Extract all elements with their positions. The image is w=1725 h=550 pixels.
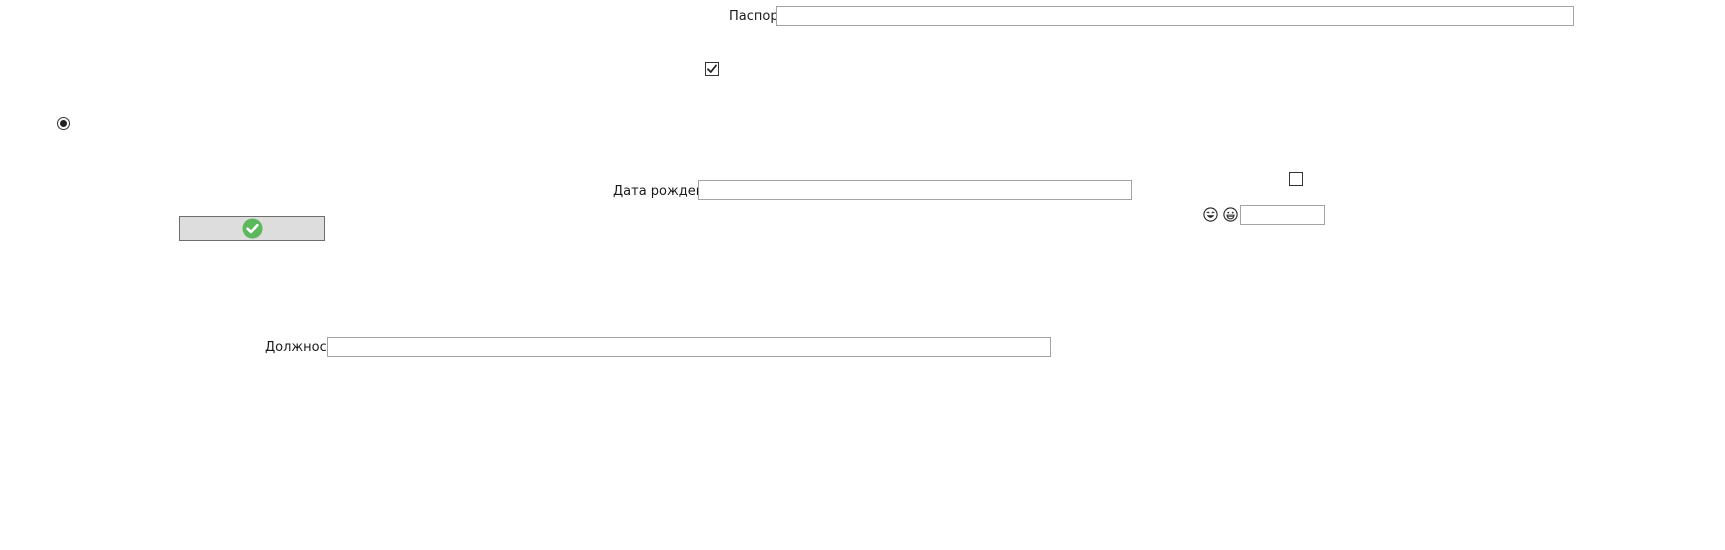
small-text-input[interactable]: [1240, 205, 1325, 225]
birthdate-input[interactable]: [698, 180, 1132, 200]
checkmark-icon: [707, 64, 717, 73]
grinning-face-icon: [1223, 207, 1238, 222]
check-circle-icon: [242, 218, 262, 239]
confirm-button[interactable]: [179, 216, 325, 241]
radio-button[interactable]: [57, 117, 70, 130]
passport-input[interactable]: [776, 6, 1574, 26]
position-input[interactable]: [327, 337, 1051, 357]
checkbox-right[interactable]: [1289, 172, 1303, 186]
radio-selected-dot: [60, 120, 67, 127]
checkbox-top[interactable]: [705, 62, 719, 76]
laughing-face-icon: [1203, 207, 1218, 222]
